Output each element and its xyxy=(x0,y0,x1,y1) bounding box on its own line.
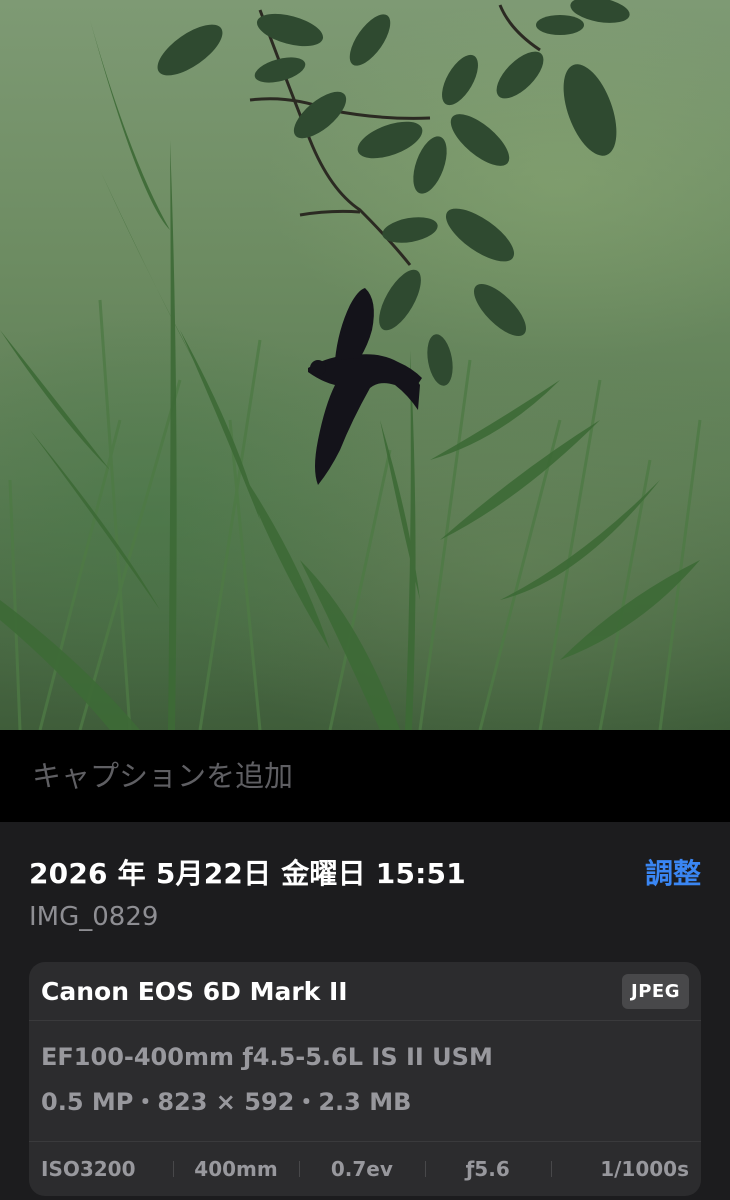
camera-model: Canon EOS 6D Mark II xyxy=(41,976,348,1006)
exif-exposure: 0.7ev xyxy=(298,1157,425,1181)
caption-bar xyxy=(0,730,730,822)
lens-block: EF100-400mm ƒ4.5-5.6L IS II USM 0.5 MP・8… xyxy=(29,1021,701,1142)
exif-aperture: ƒ5.6 xyxy=(424,1157,551,1181)
date-row: 2026 年 5月22日 金曜日 15:51 調整 xyxy=(29,822,701,892)
photo-image xyxy=(0,0,702,730)
camera-info-card: Canon EOS 6D Mark II JPEG EF100-400mm ƒ4… xyxy=(29,962,701,1196)
exif-focal-length: 400mm xyxy=(173,1157,299,1181)
image-specs: 0.5 MP・823 × 592・2.3 MB xyxy=(41,1088,412,1116)
exif-iso: ISO3200 xyxy=(41,1157,136,1181)
info-panel: 2026 年 5月22日 金曜日 15:51 調整 IMG_0829 Canon… xyxy=(0,822,730,1200)
format-badge: JPEG xyxy=(622,973,689,1009)
exif-row: ISO3200 400mm 0.7ev ƒ5.6 1/1000s xyxy=(29,1142,701,1196)
exif-shutter: 1/1000s xyxy=(550,1157,701,1181)
lens-model: EF100-400mm ƒ4.5-5.6L IS II USM xyxy=(41,1043,493,1071)
bird-silhouette xyxy=(308,288,422,485)
caption-input[interactable] xyxy=(30,758,674,794)
file-name: IMG_0829 xyxy=(29,902,159,932)
camera-header: Canon EOS 6D Mark II JPEG xyxy=(29,962,701,1021)
capture-datetime: 2026 年 5月22日 金曜日 15:51 xyxy=(29,857,466,890)
photo-view[interactable] xyxy=(0,0,730,730)
adjust-button[interactable]: 調整 xyxy=(645,852,701,892)
